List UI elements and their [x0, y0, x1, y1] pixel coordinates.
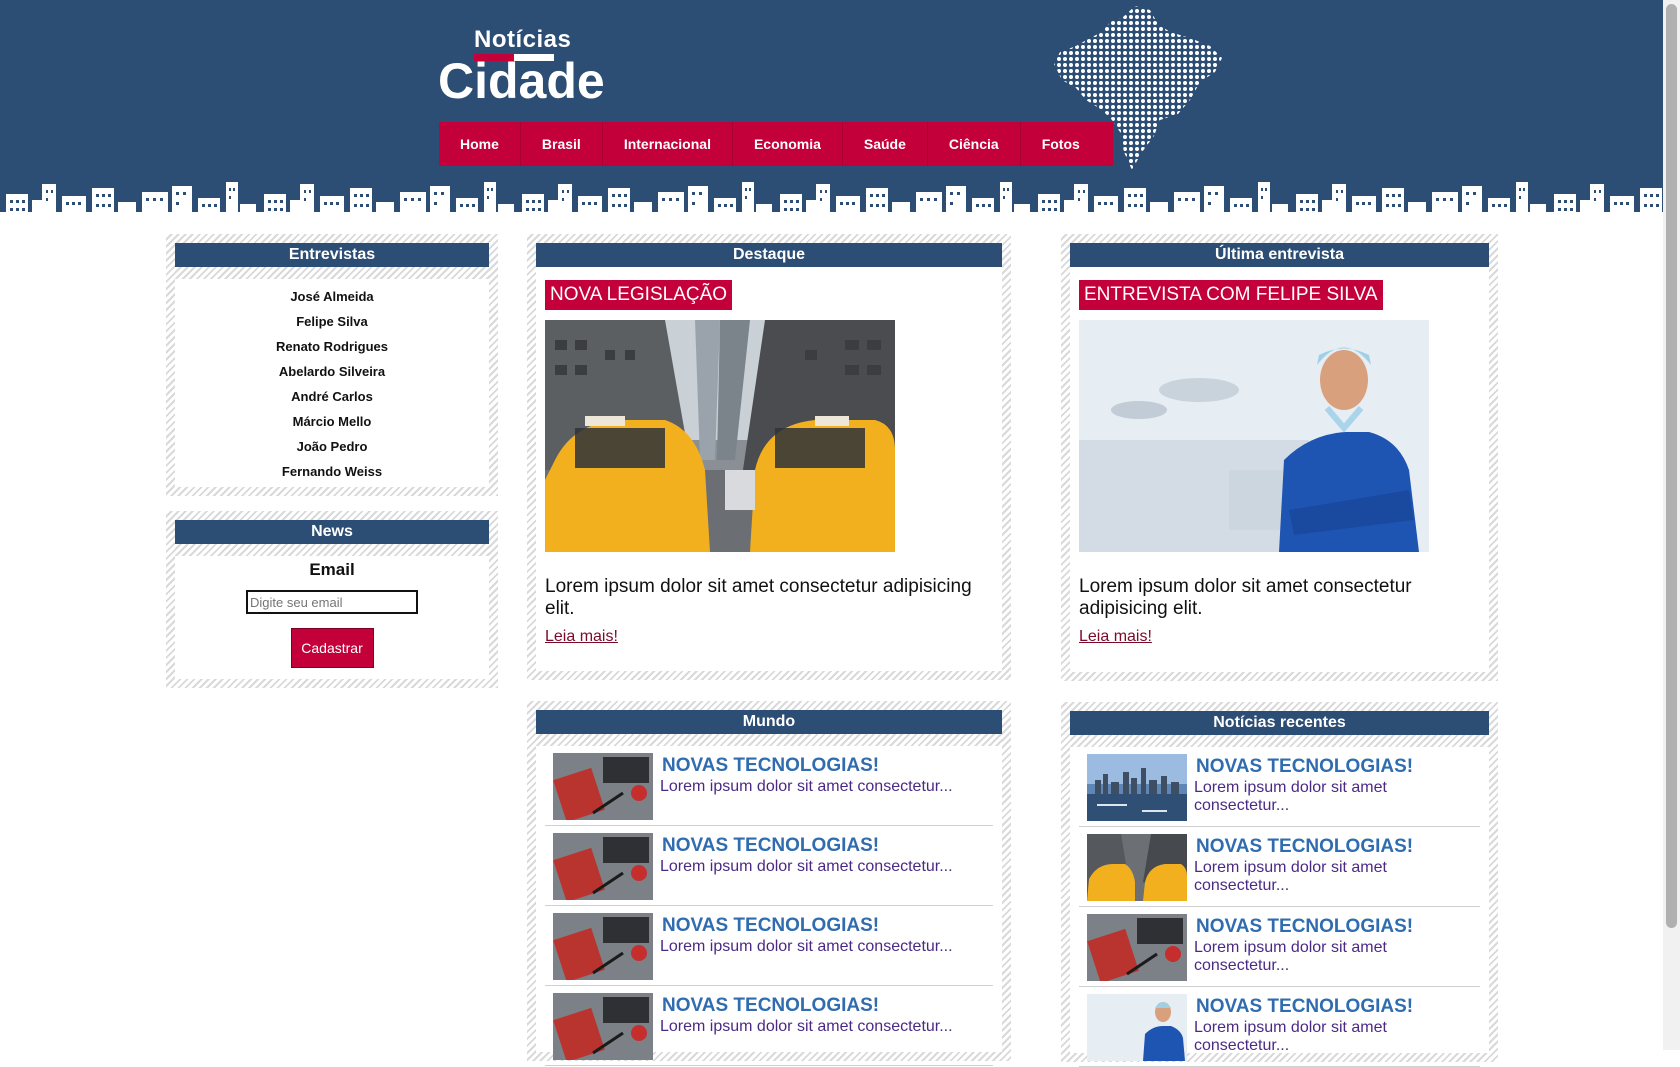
- destaque-title: Destaque: [536, 243, 1002, 267]
- title-stripe: [175, 267, 489, 279]
- page-scrollbar[interactable]: [1663, 0, 1680, 1050]
- entrevistas-box: Entrevistas José Almeida Felipe Silva Re…: [166, 234, 498, 496]
- interview-name[interactable]: André Carlos: [175, 384, 489, 409]
- entrevistas-title: Entrevistas: [175, 243, 489, 267]
- interview-list: José Almeida Felipe Silva Renato Rodrigu…: [175, 284, 489, 484]
- mundo-box: Mundo NOVAS TECNOLOGIAS! Lorem ipsum dol…: [527, 701, 1011, 1066]
- interview-name[interactable]: Fernando Weiss: [175, 459, 489, 484]
- doctor-thumbnail[interactable]: [1087, 994, 1187, 1061]
- list-item: NOVAS TECNOLOGIAS! Lorem ipsum dolor sit…: [545, 746, 993, 826]
- recentes-item-text: Lorem ipsum dolor sit amet consectetur..…: [1194, 779, 1387, 814]
- email-label: Email: [309, 560, 355, 579]
- mundo-item-title[interactable]: NOVAS TECNOLOGIAS!: [662, 755, 879, 777]
- desk-thumbnail[interactable]: [1087, 914, 1187, 981]
- destaque-read-more-link[interactable]: Leia mais!: [545, 628, 618, 646]
- cadastrar-button[interactable]: Cadastrar: [290, 628, 374, 668]
- news-title: News: [175, 520, 489, 544]
- main-nav: Home Brasil Internacional Economia Saúde…: [439, 122, 1113, 166]
- news-box: News Email Cadastrar: [166, 511, 498, 688]
- nav-saude[interactable]: Saúde: [843, 122, 928, 166]
- email-field[interactable]: [246, 590, 418, 614]
- ultima-entrevista-tag: ENTREVISTA COM FELIPE SILVA: [1079, 280, 1383, 310]
- interview-name[interactable]: Felipe Silva: [175, 309, 489, 334]
- title-stripe: [1070, 735, 1489, 747]
- destaque-tag: NOVA LEGISLAÇÃO: [545, 280, 733, 310]
- title-stripe: [536, 734, 1002, 746]
- nav-fotos[interactable]: Fotos: [1021, 122, 1101, 166]
- desk-thumbnail[interactable]: [553, 833, 653, 900]
- list-item: NOVAS TECNOLOGIAS! Lorem ipsum dolor sit…: [1079, 987, 1480, 1067]
- interview-name[interactable]: Márcio Mello: [175, 409, 489, 434]
- noticias-recentes-box: Notícias recentes NOVAS TECNOLOGIAS! Lor…: [1061, 702, 1498, 1067]
- mundo-item-title[interactable]: NOVAS TECNOLOGIAS!: [662, 995, 879, 1017]
- recentes-item-title[interactable]: NOVAS TECNOLOGIAS!: [1196, 756, 1413, 778]
- desk-thumbnail[interactable]: [553, 913, 653, 980]
- ultima-entrevista-title: Última entrevista: [1070, 243, 1489, 267]
- noticias-recentes-title: Notícias recentes: [1070, 711, 1489, 735]
- mundo-item-text: Lorem ipsum dolor sit amet consectetur..…: [660, 1018, 953, 1035]
- desk-thumbnail[interactable]: [553, 753, 653, 820]
- title-stripe: [175, 544, 489, 556]
- mundo-title: Mundo: [536, 710, 1002, 734]
- taxi-thumbnail[interactable]: [1087, 834, 1187, 901]
- destaque-box: Destaque NOVA LEGISLAÇÃO Lorem ipsum dol…: [527, 234, 1011, 680]
- mundo-item-title[interactable]: NOVAS TECNOLOGIAS!: [662, 835, 879, 857]
- list-item: NOVAS TECNOLOGIAS! Lorem ipsum dolor sit…: [545, 906, 993, 986]
- logo-top-text: Notícias: [474, 26, 572, 53]
- mundo-item-title[interactable]: NOVAS TECNOLOGIAS!: [662, 915, 879, 937]
- interview-name[interactable]: Renato Rodrigues: [175, 334, 489, 359]
- list-item: NOVAS TECNOLOGIAS! Lorem ipsum dolor sit…: [545, 986, 993, 1066]
- list-item: NOVAS TECNOLOGIAS! Lorem ipsum dolor sit…: [1079, 827, 1480, 907]
- scrollbar-thumb[interactable]: [1666, 4, 1677, 928]
- mundo-item-text: Lorem ipsum dolor sit amet consectetur..…: [660, 938, 953, 955]
- recentes-item-title[interactable]: NOVAS TECNOLOGIAS!: [1196, 836, 1413, 858]
- nav-brasil[interactable]: Brasil: [521, 122, 603, 166]
- interview-name[interactable]: Abelardo Silveira: [175, 359, 489, 384]
- ultima-entrevista-read-more-link[interactable]: Leia mais!: [1079, 628, 1152, 646]
- recentes-item-title[interactable]: NOVAS TECNOLOGIAS!: [1196, 916, 1413, 938]
- list-item: NOVAS TECNOLOGIAS! Lorem ipsum dolor sit…: [1079, 907, 1480, 987]
- city-skyline-icon: [0, 176, 1663, 232]
- ultima-entrevista-box: Última entrevista ENTREVISTA COM FELIPE …: [1061, 234, 1498, 681]
- doctor-image[interactable]: [1079, 320, 1429, 552]
- mundo-item-text: Lorem ipsum dolor sit amet consectetur..…: [660, 858, 953, 875]
- nav-home[interactable]: Home: [439, 122, 521, 166]
- list-item: NOVAS TECNOLOGIAS! Lorem ipsum dolor sit…: [545, 826, 993, 906]
- nav-ciencia[interactable]: Ciência: [928, 122, 1021, 166]
- destaque-text: Lorem ipsum dolor sit amet consectetur a…: [545, 576, 972, 619]
- mundo-item-text: Lorem ipsum dolor sit amet consectetur..…: [660, 778, 953, 795]
- logo-main-text: Cidade: [438, 53, 605, 109]
- interview-name[interactable]: João Pedro: [175, 434, 489, 459]
- nav-economia[interactable]: Economia: [733, 122, 843, 166]
- recentes-item-text: Lorem ipsum dolor sit amet consectetur..…: [1194, 859, 1387, 894]
- interview-name[interactable]: José Almeida: [175, 284, 489, 309]
- recentes-item-title[interactable]: NOVAS TECNOLOGIAS!: [1196, 996, 1413, 1018]
- nav-internacional[interactable]: Internacional: [603, 122, 733, 166]
- site-logo[interactable]: Notícias Cidade: [438, 26, 605, 106]
- city-skyline-thumbnail[interactable]: [1087, 754, 1187, 821]
- recentes-item-text: Lorem ipsum dolor sit amet consectetur..…: [1194, 939, 1387, 974]
- ultima-entrevista-text: Lorem ipsum dolor sit amet consectetur a…: [1079, 576, 1412, 619]
- list-item: NOVAS TECNOLOGIAS! Lorem ipsum dolor sit…: [1079, 747, 1480, 827]
- taxi-street-image[interactable]: [545, 320, 895, 552]
- site-header: Notícias Cidade Home Brasil Internaciona…: [0, 0, 1663, 232]
